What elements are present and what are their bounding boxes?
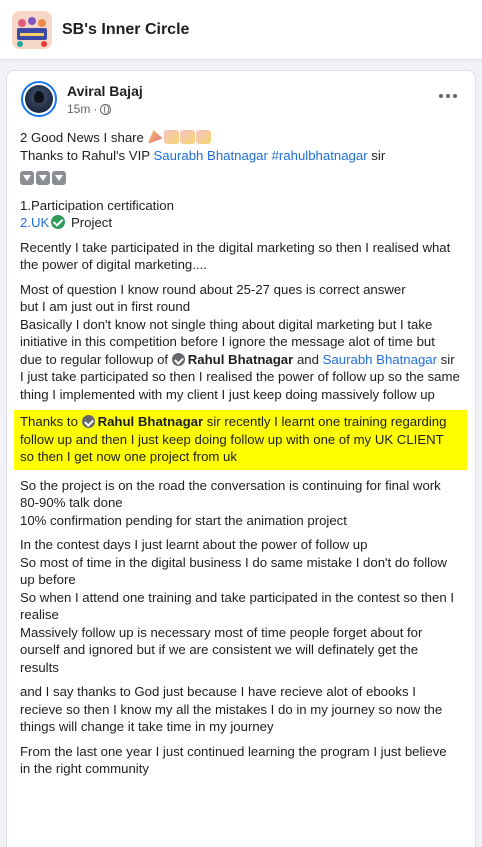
mention-rahul[interactable]: Rahul Bhatnagar xyxy=(188,352,294,367)
checkmark-icon xyxy=(51,215,66,229)
list-item-2-link[interactable]: 2.UK xyxy=(20,215,49,230)
mention-rahul-2[interactable]: Rahul Bhatnagar xyxy=(98,414,204,429)
para-line: So most of time in the digital business … xyxy=(20,554,447,588)
post-meta: 15m · xyxy=(67,102,143,116)
more-options-icon[interactable] xyxy=(439,91,459,101)
globe-icon xyxy=(100,103,112,115)
paragraph: In the contest days I just learnt about … xyxy=(20,536,460,676)
paragraph: From the last one year I just continued … xyxy=(20,743,447,777)
post-intro: 2 Good News I share Thanks to Rahul's VI… xyxy=(20,129,460,164)
para-text: and xyxy=(293,351,323,367)
post-body: 2 Good News I share Thanks to Rahul's VI… xyxy=(14,129,467,785)
post-time[interactable]: 15m xyxy=(67,102,90,116)
para-line: 10% confirmation pending for start the a… xyxy=(20,512,347,528)
para-line: Most of question I know round about 25-2… xyxy=(20,281,406,297)
list-block: 1.Participation certification 2.UK Proje… xyxy=(20,197,460,232)
group-name[interactable]: SB's Inner Circle xyxy=(62,21,189,39)
avatar[interactable] xyxy=(21,81,57,117)
profile-badge-icon xyxy=(171,352,185,366)
meta-dot: · xyxy=(93,102,98,116)
paragraph: and I say thanks to God just because I h… xyxy=(20,684,443,734)
post-header: Aviral Bajaj 15m · xyxy=(21,81,461,125)
paragraph: Recently I take participated in the digi… xyxy=(20,239,451,273)
para-line: Massively follow up is necessary most of… xyxy=(20,624,423,675)
arrows-row xyxy=(20,171,460,190)
intro-line: 2 Good News I share xyxy=(20,130,144,145)
group-header: SB's Inner Circle xyxy=(0,0,482,60)
highlighted-paragraph: Thanks to Rahul Bhatnagar sir recently I… xyxy=(14,410,467,470)
para-line: 80-90% talk done xyxy=(20,495,123,510)
list-item-2-text: Project xyxy=(67,215,113,230)
hashtag-link[interactable]: #rahulbhatnagar xyxy=(272,148,368,163)
author-name[interactable]: Aviral Bajaj xyxy=(67,83,143,99)
list-item-1: 1.Participation certification xyxy=(20,197,174,213)
mention-saurabh[interactable]: Saurabh Bhatnagar xyxy=(154,148,268,163)
para-line: So when I attend one training and take p… xyxy=(20,589,455,623)
paragraph: Most of question I know round about 25-2… xyxy=(20,281,460,404)
hl-text: Thanks to xyxy=(20,414,82,429)
paragraph: So the project is on the road the conver… xyxy=(20,477,460,530)
post-card: Aviral Bajaj 15m · 2 Good News I share T… xyxy=(6,70,476,847)
para-line: but I am just out in first round xyxy=(20,299,191,314)
mention-saurabh-2[interactable]: Saurabh Bhatnagar xyxy=(323,352,437,367)
profile-badge-icon xyxy=(81,415,95,428)
thanks-line: Thanks to Rahul's VIP xyxy=(20,147,154,163)
para-line: So the project is on the road the conver… xyxy=(20,477,441,493)
para-line: In the contest days I just learnt about … xyxy=(20,537,368,552)
group-cover-icon[interactable] xyxy=(12,10,52,49)
down-arrow-emoji-icon xyxy=(20,171,66,185)
celebration-emoji-icon xyxy=(147,130,211,144)
sir-text: sir xyxy=(367,147,386,163)
